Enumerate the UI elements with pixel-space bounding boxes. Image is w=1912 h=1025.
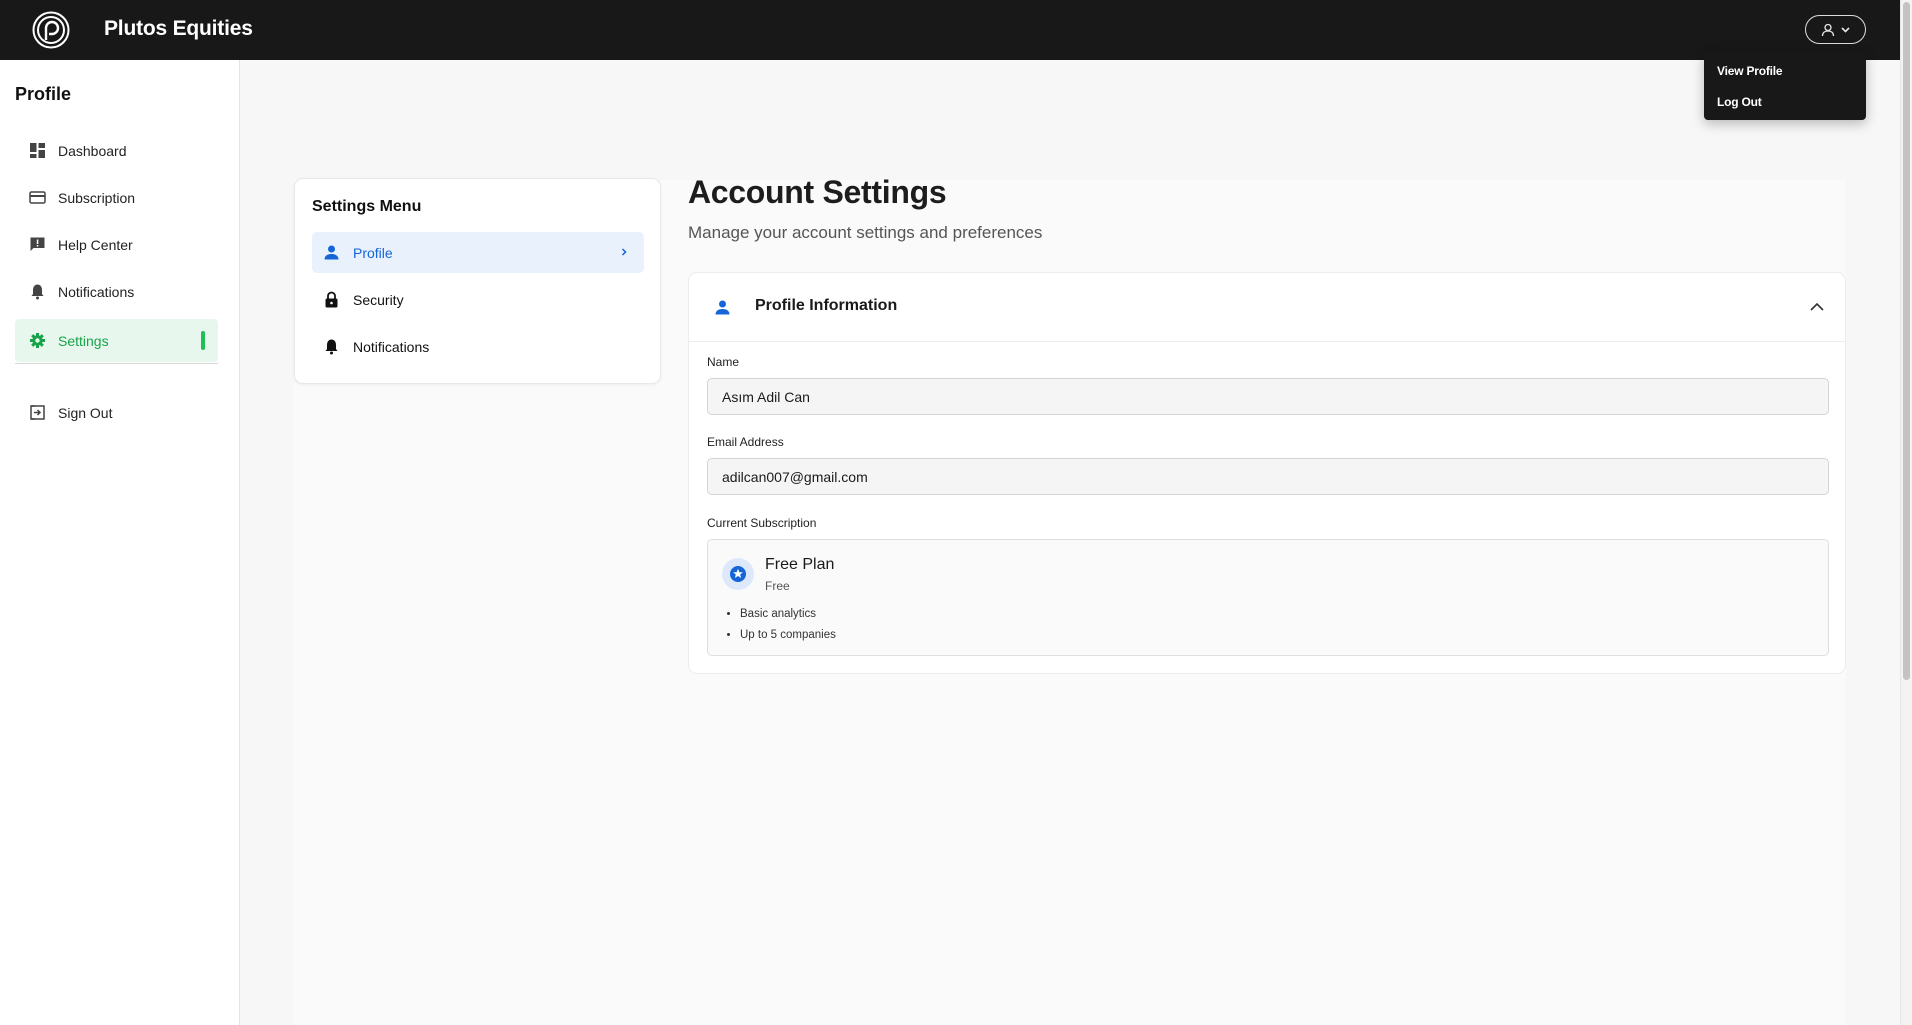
user-menu-button[interactable] <box>1805 15 1866 44</box>
settings-menu-item-label: Profile <box>353 244 393 261</box>
sidebar-item-label: Dashboard <box>58 142 127 159</box>
settings-menu-title: Settings Menu <box>312 198 422 215</box>
plan-feature-item: Basic analytics <box>740 605 836 626</box>
chevron-down-icon <box>1841 26 1850 33</box>
sidebar-item-label: Settings <box>58 332 109 349</box>
dashboard-icon <box>30 143 45 158</box>
sidebar-item-notifications[interactable]: Notifications <box>15 270 218 313</box>
person-icon <box>715 300 730 315</box>
plan-price: Free <box>765 579 790 593</box>
plan-features-list: Basic analytics Up to 5 companies <box>740 605 836 647</box>
sidebar-item-help-center[interactable]: Help Center <box>15 223 218 266</box>
sidebar: Profile Dashboard Subscription Help Cent… <box>0 60 240 1025</box>
page-title: Account Settings <box>688 174 947 210</box>
gear-icon <box>30 333 45 348</box>
credit-card-icon <box>29 191 46 204</box>
bell-icon <box>31 284 44 300</box>
lock-icon <box>325 291 338 308</box>
profile-information-card: Profile Information Name Email Address C… <box>688 272 1846 674</box>
sidebar-title: Profile <box>15 84 72 104</box>
person-icon <box>324 245 339 260</box>
settings-menu-card: Settings Menu Profile Security Notificat… <box>294 178 661 384</box>
email-label: Email Address <box>707 435 784 449</box>
email-field[interactable] <box>707 458 1829 495</box>
bell-icon <box>325 339 338 355</box>
settings-menu-item-security[interactable]: Security <box>312 279 644 320</box>
settings-menu-item-label: Security <box>353 291 404 308</box>
sidebar-item-label: Subscription <box>58 189 136 206</box>
feedback-icon <box>30 237 45 251</box>
sidebar-item-label: Sign Out <box>58 404 113 421</box>
sidebar-item-subscription[interactable]: Subscription <box>15 176 218 219</box>
sidebar-item-dashboard[interactable]: Dashboard <box>15 129 218 172</box>
scrollbar-thumb[interactable] <box>1903 2 1910 680</box>
star-badge-icon <box>722 558 754 590</box>
profile-information-title: Profile Information <box>755 297 898 314</box>
settings-menu-item-notifications[interactable]: Notifications <box>312 326 644 367</box>
subscription-plan-box: Free Plan Free Basic analytics Up to 5 c… <box>707 539 1829 656</box>
name-label: Name <box>707 355 740 369</box>
sidebar-item-label: Notifications <box>58 283 135 300</box>
plutos-logo-icon[interactable] <box>32 11 70 49</box>
page-subtitle: Manage your account settings and prefere… <box>688 223 1043 242</box>
chevron-up-icon[interactable] <box>1809 301 1825 313</box>
sidebar-item-label: Help Center <box>58 236 133 253</box>
sign-out-icon <box>30 405 45 420</box>
settings-menu-item-label: Notifications <box>353 338 430 355</box>
settings-menu-item-profile[interactable]: Profile <box>312 232 644 273</box>
view-profile-menu-item[interactable]: View Profile <box>1704 63 1866 94</box>
brand-name[interactable]: Plutos Equities <box>104 17 253 41</box>
log-out-menu-item[interactable]: Log Out <box>1704 94 1866 125</box>
user-dropdown-menu: View Profile Log Out <box>1704 51 1866 120</box>
profile-information-header[interactable]: Profile Information <box>689 273 1845 342</box>
plan-name: Free Plan <box>765 556 835 573</box>
sidebar-item-settings[interactable]: Settings <box>15 319 218 362</box>
top-bar: Plutos Equities <box>0 0 1900 60</box>
current-subscription-label: Current Subscription <box>707 516 817 530</box>
active-indicator <box>201 331 205 350</box>
plan-feature-item: Up to 5 companies <box>740 626 836 647</box>
sidebar-item-sign-out[interactable]: Sign Out <box>15 391 218 434</box>
user-icon <box>1821 23 1835 37</box>
chevron-right-icon <box>621 248 627 256</box>
name-field[interactable] <box>707 378 1829 415</box>
sidebar-divider <box>15 363 218 364</box>
